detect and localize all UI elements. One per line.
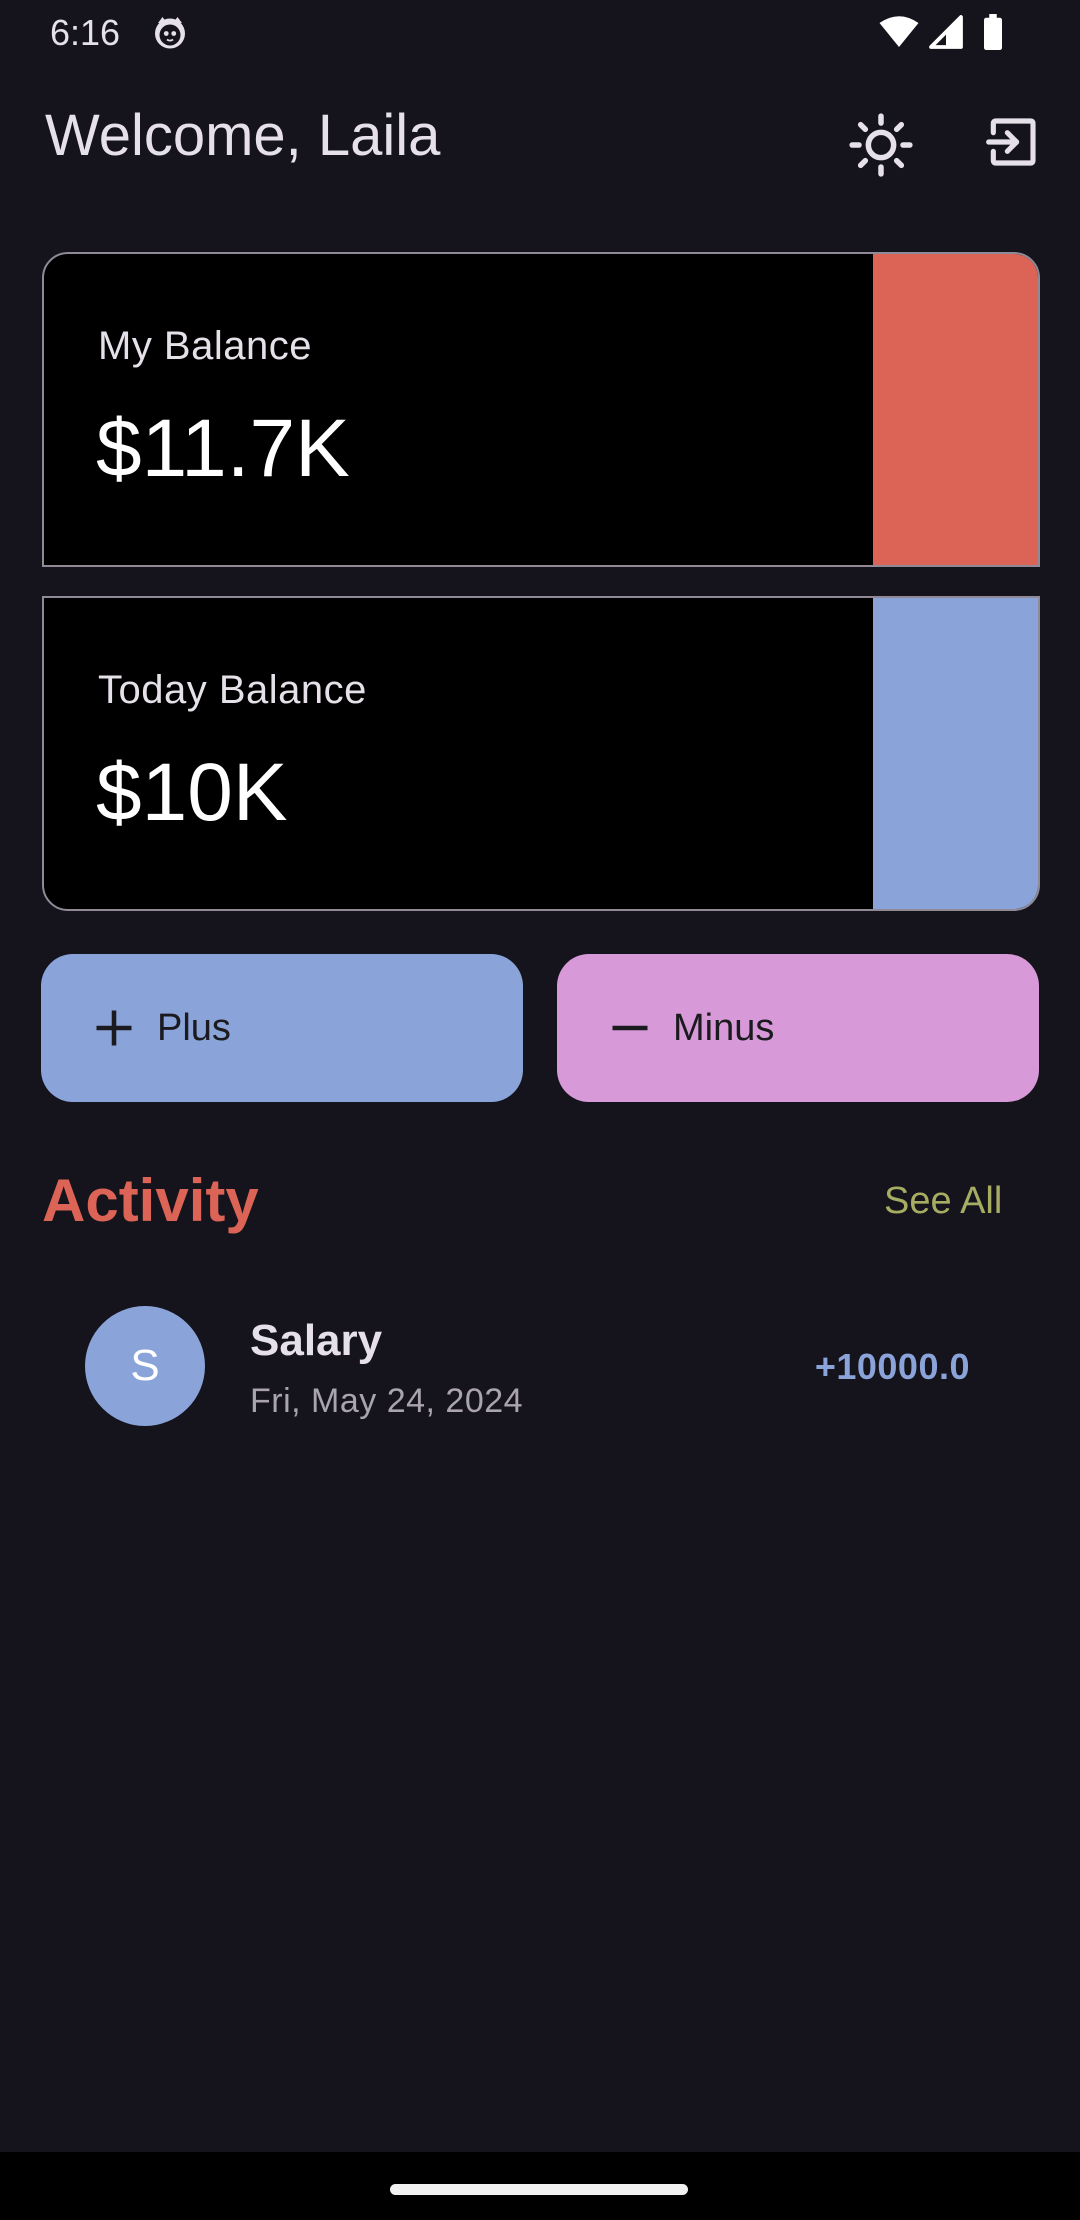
transaction-row[interactable]: S Salary Fri, May 24, 2024 +10000.0: [42, 1290, 1040, 1440]
status-bar: 6:16: [0, 0, 1080, 66]
cat-icon: [155, 17, 185, 49]
card-accent-stripe: [873, 598, 1038, 909]
sun-icon[interactable]: [848, 112, 914, 178]
minus-button-label: Minus: [673, 1006, 775, 1049]
card-accent-stripe: [873, 254, 1038, 565]
status-time: 6:16: [50, 12, 121, 53]
my-balance-card: My Balance $11.7K: [42, 252, 1040, 567]
card-label: My Balance: [98, 324, 312, 368]
plus-icon: [96, 1010, 132, 1046]
exit-icon[interactable]: [984, 114, 1040, 170]
transaction-avatar: S: [85, 1306, 205, 1426]
plus-button[interactable]: Plus: [41, 954, 523, 1102]
app-screen: 6:16 Welcome, Laila My Balance $11.7K To…: [0, 0, 1080, 2220]
home-gesture-handle[interactable]: [390, 2184, 688, 2195]
transaction-title: Salary: [250, 1316, 383, 1365]
battery-icon: [984, 14, 1002, 50]
activity-heading: Activity: [42, 1167, 259, 1234]
transaction-date: Fri, May 24, 2024: [250, 1382, 524, 1420]
navigation-bar: [0, 2152, 1080, 2220]
wifi-icon: [879, 16, 919, 47]
welcome-title: Welcome, Laila: [45, 103, 441, 168]
minus-icon: [612, 1025, 648, 1031]
signal-icon: [929, 15, 963, 49]
card-value: $11.7K: [96, 403, 350, 494]
minus-button[interactable]: Minus: [557, 954, 1039, 1102]
transaction-amount: +10000.0: [814, 1346, 970, 1387]
card-label: Today Balance: [98, 668, 367, 712]
see-all-link[interactable]: See All: [884, 1180, 1002, 1223]
today-balance-card: Today Balance $10K: [42, 596, 1040, 911]
plus-button-label: Plus: [157, 1006, 231, 1049]
card-value: $10K: [96, 747, 288, 838]
